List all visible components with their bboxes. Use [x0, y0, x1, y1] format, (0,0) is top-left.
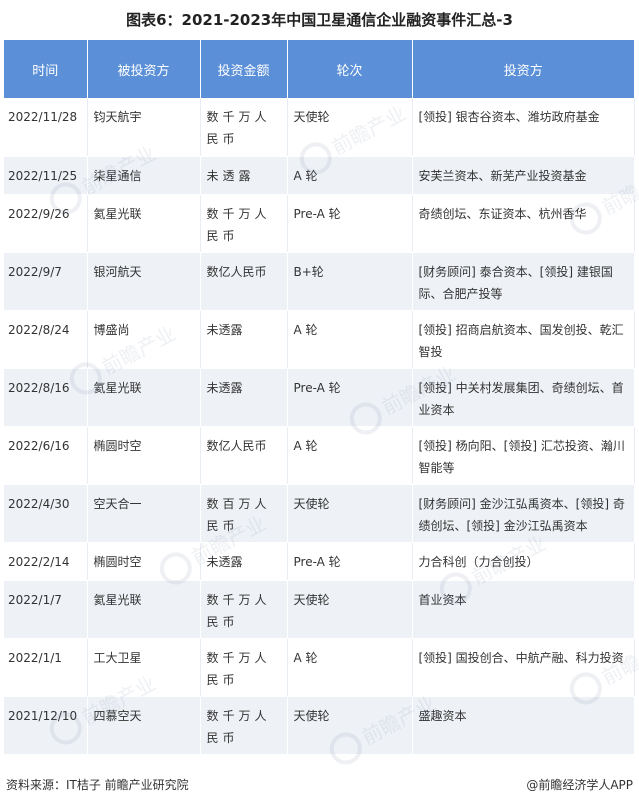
- cell-round: A 轮: [287, 310, 413, 369]
- header-company: 被投资方: [87, 40, 201, 98]
- cell-date: 2022/8/16: [4, 368, 88, 427]
- cell-company: 氦星光联: [87, 194, 201, 253]
- cell-company: 柒星通信: [87, 156, 201, 195]
- table-row: 2022/2/14 椭圆时空 未透露 Pre-A 轮 力合科创（力合创投）: [4, 542, 635, 581]
- cell-investors: 安芙兰资本、新芜产业投资基金: [412, 156, 634, 195]
- cell-investors: 奇绩创坛、东证资本、杭州香华: [412, 194, 635, 253]
- cell-company: 椭圆时空: [87, 542, 201, 581]
- cell-investors: [财务顾问] 金沙江弘禹资本、[领投] 奇绩创坛、[领投] 金沙江弘禹资本: [412, 484, 634, 543]
- cell-date: 2022/8/24: [4, 310, 88, 369]
- cell-investors: 首业资本: [412, 580, 634, 639]
- cell-company: 空天合一: [87, 484, 201, 543]
- cell-round: 天使轮: [287, 696, 413, 755]
- cell-investors: [财务顾问] 泰合资本、[领投] 建银国际、合肥产投等: [412, 252, 634, 311]
- cell-investors: [领投] 国投创合、中航产融、科力投资: [412, 638, 635, 697]
- brand-credit: @前瞻经济学人APP: [526, 778, 633, 792]
- cell-company: 银河航天: [87, 252, 201, 311]
- cell-company: 氦星光联: [87, 580, 201, 639]
- cell-company: 博盛尚: [87, 310, 201, 369]
- cell-round: Pre-A 轮: [287, 542, 413, 581]
- cell-date: 2022/9/7: [4, 252, 88, 311]
- header-investors: 投资方: [412, 40, 634, 98]
- cell-investors: [领投] 杨向阳、[领投] 汇芯投资、瀚川智能等: [412, 426, 635, 485]
- cell-company: 椭圆时空: [87, 426, 201, 485]
- cell-amount: 数千万人民币: [200, 580, 288, 639]
- cell-investors: [领投] 银杏谷资本、潍坊政府基金: [412, 98, 635, 157]
- cell-amount: 数千万人民币: [200, 194, 288, 253]
- cell-round: A 轮: [287, 426, 413, 485]
- cell-date: 2022/1/1: [4, 638, 88, 697]
- header-date: 时间: [4, 40, 88, 98]
- cell-amount: 数千万人民币: [200, 638, 288, 697]
- cell-date: 2022/4/30: [4, 484, 88, 543]
- cell-round: A 轮: [287, 156, 413, 195]
- cell-amount: 未透露: [200, 156, 288, 195]
- cell-round: 天使轮: [287, 580, 413, 639]
- cell-investors: 盛趣资本: [412, 696, 634, 755]
- cell-company: 工大卫星: [87, 638, 201, 697]
- cell-investors: [领投] 招商启航资本、国发创投、乾汇智投: [412, 310, 635, 369]
- cell-round: Pre-A 轮: [287, 194, 413, 253]
- cell-company: 钧天航宇: [87, 98, 201, 157]
- table-row: 2022/4/30 空天合一 数百万人民币 天使轮 [财务顾问] 金沙江弘禹资本…: [4, 484, 634, 543]
- table-row: 2021/12/10 四慕空天 数千万人民币 天使轮 盛趣资本: [4, 696, 634, 755]
- table-header-row: 时间 被投资方 投资金额 轮次 投资方: [4, 40, 634, 98]
- cell-round: A 轮: [287, 638, 413, 697]
- cell-amount: 未透露: [200, 310, 288, 369]
- cell-date: 2022/6/16: [4, 426, 88, 485]
- cell-date: 2022/9/26: [4, 194, 88, 253]
- cell-round: 天使轮: [287, 484, 413, 543]
- cell-round: Pre-A 轮: [287, 368, 413, 427]
- cell-company: 四慕空天: [87, 696, 201, 755]
- table-row: 2022/8/16 氦星光联 未透露 Pre-A 轮 [领投] 中关村发展集团、…: [4, 368, 634, 427]
- cell-round: B+轮: [287, 252, 413, 311]
- cell-amount: 数千万人民币: [200, 98, 288, 157]
- table-row: 2022/9/7 银河航天 数亿人民币 B+轮 [财务顾问] 泰合资本、[领投]…: [4, 252, 634, 311]
- header-round: 轮次: [287, 40, 413, 98]
- cell-date: 2021/12/10: [4, 696, 88, 755]
- cell-investors: 力合科创（力合创投）: [412, 542, 635, 581]
- table-row: 2022/1/7 氦星光联 数千万人民币 天使轮 首业资本: [4, 580, 634, 639]
- cell-investors: [领投] 中关村发展集团、奇绩创坛、首业资本: [412, 368, 634, 427]
- cell-amount: 未透露: [200, 368, 288, 427]
- table-row: 2022/1/1 工大卫星 数千万人民币 A 轮 [领投] 国投创合、中航产融、…: [4, 638, 635, 697]
- header-amount: 投资金额: [200, 40, 288, 98]
- cell-date: 2022/11/28: [4, 98, 88, 157]
- table-row: 2022/9/26 氦星光联 数千万人民币 Pre-A 轮 奇绩创坛、东证资本、…: [4, 194, 635, 253]
- cell-amount: 数亿人民币: [200, 252, 288, 311]
- cell-amount: 数千万人民币: [200, 696, 288, 755]
- page-title: 图表6：2021-2023年中国卫星通信企业融资事件汇总-3: [126, 11, 513, 29]
- cell-amount: 数亿人民币: [200, 426, 288, 485]
- table-row: 2022/8/24 博盛尚 未透露 A 轮 [领投] 招商启航资本、国发创投、乾…: [4, 310, 635, 369]
- cell-amount: 未透露: [200, 542, 288, 581]
- cell-date: 2022/2/14: [4, 542, 88, 581]
- cell-company: 氦星光联: [87, 368, 201, 427]
- financing-table: 时间 被投资方 投资金额 轮次 投资方 2022/11/28 钧天航宇 数千万人…: [4, 40, 635, 755]
- cell-round: 天使轮: [287, 98, 413, 157]
- cell-amount: 数百万人民币: [200, 484, 288, 543]
- source-note: 资料来源：IT桔子 前瞻产业研究院: [6, 778, 189, 792]
- table-row: 2022/11/25 柒星通信 未透露 A 轮 安芙兰资本、新芜产业投资基金: [4, 156, 634, 195]
- table-row: 2022/11/28 钧天航宇 数千万人民币 天使轮 [领投] 银杏谷资本、潍坊…: [4, 98, 635, 157]
- cell-date: 2022/1/7: [4, 580, 88, 639]
- cell-date: 2022/11/25: [4, 156, 88, 195]
- table-row: 2022/6/16 椭圆时空 数亿人民币 A 轮 [领投] 杨向阳、[领投] 汇…: [4, 426, 635, 485]
